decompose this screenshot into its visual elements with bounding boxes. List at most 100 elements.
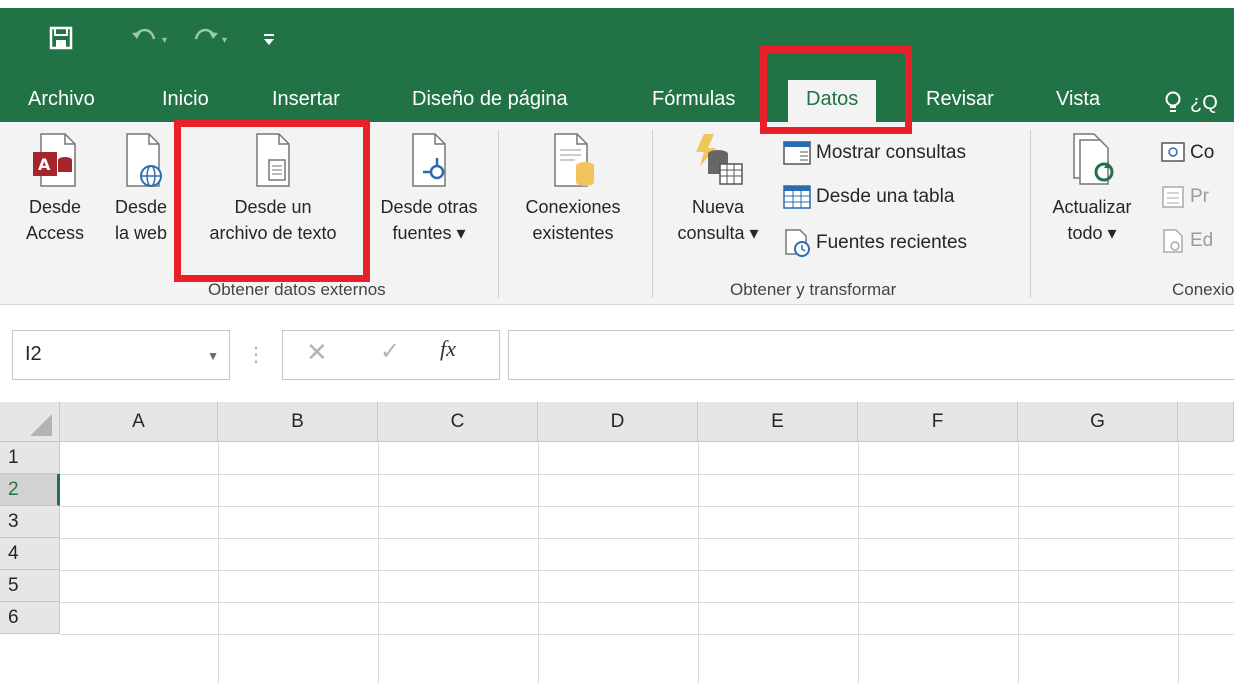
formula-input[interactable] [508,330,1234,380]
connections-label: Co [1190,142,1215,163]
gridline [60,506,1234,507]
from-web-line2: la web [114,223,168,243]
column-header-f[interactable]: F [858,402,1018,442]
lightbulb-icon [1165,91,1181,112]
column-header-g[interactable]: G [1018,402,1178,442]
highlight-from-text-button [174,120,370,282]
row-header-1[interactable]: 1 [0,442,60,474]
connections-button[interactable]: Co [1160,140,1214,166]
column-header-d[interactable]: D [538,402,698,442]
redo-icon[interactable]: ▾ [190,22,234,54]
highlight-datos-tab [760,46,912,134]
svg-text:▾: ▾ [222,35,227,46]
properties-button[interactable]: Pr [1160,184,1209,210]
show-queries-button[interactable]: Mostrar consultas [782,140,966,166]
tab-inicio[interactable]: Inicio [162,85,209,121]
properties-icon [1162,186,1184,208]
gridline [698,442,699,684]
web-globe-icon [126,133,162,187]
group-label-get-external: Obtener datos externos [208,280,386,299]
gridline [1178,442,1179,684]
other-sources-icon [412,133,446,187]
refresh-all-line2: todo ▾ [1067,223,1117,243]
refresh-all-icon [1073,133,1114,185]
gridline [378,442,379,684]
title-bar [0,0,1234,80]
gridline [60,570,1234,571]
tell-me-box[interactable]: ¿Q [1164,85,1218,121]
tab-archivo[interactable]: Archivo [28,85,95,121]
insert-function-icon[interactable]: fx [440,336,456,362]
select-all-corner[interactable] [0,402,60,442]
show-queries-icon [783,141,811,165]
from-table-icon [783,185,811,209]
tab-insertar[interactable]: Insertar [272,85,340,121]
row-header-2[interactable]: 2 [0,474,60,506]
svg-text:A: A [38,155,51,174]
tab-formulas[interactable]: Fórmulas [652,85,735,121]
column-header-partial[interactable] [1178,402,1234,442]
cancel-icon[interactable]: ✕ [306,337,328,368]
column-header-a[interactable]: A [60,402,218,442]
window-top-edge [0,0,1234,8]
recent-sources-icon [785,229,810,257]
new-query-icon [696,134,743,185]
gridline [60,474,1234,475]
gridline [538,442,539,684]
new-query-line2: consulta ▾ [677,223,759,243]
from-other-line2: fuentes ▾ [392,223,466,243]
from-table-button[interactable]: Desde una tabla [782,184,954,210]
show-queries-label: Mostrar consultas [816,142,966,163]
group-label-connections: Conexio [1172,280,1234,299]
group-separator [1030,130,1031,298]
gridline [60,538,1234,539]
connections-icon [1161,142,1185,162]
from-access-line2: Access [25,223,85,243]
recent-sources-button[interactable]: Fuentes recientes [782,228,967,258]
edit-links-button[interactable]: Ed [1160,228,1213,254]
tab-vista[interactable]: Vista [1056,85,1100,121]
from-web-button[interactable]: Desde la web [108,132,174,248]
tab-revisar[interactable]: Revisar [926,85,994,121]
gridline [1018,442,1019,684]
recent-sources-label: Fuentes recientes [816,232,968,253]
group-label-get-transform: Obtener y transformar [730,280,897,299]
from-table-label: Desde una tabla [816,186,955,207]
edit-links-label: Ed [1190,230,1214,251]
gridline [60,602,1234,603]
formula-bar-grip-icon[interactable]: ⋮ [246,342,266,367]
existing-connections-button[interactable]: Conexiones existentes [510,132,636,248]
from-access-button[interactable]: A Desde Access [20,132,90,248]
group-separator [652,130,653,298]
edit-links-icon [1163,229,1183,253]
gridline [60,634,1234,635]
gridline [218,442,219,684]
new-query-button[interactable]: Nueva consulta ▾ [664,132,772,248]
tell-me-text: ¿Q [1190,92,1218,114]
name-box-value: I2 [25,343,42,365]
customize-qat-icon[interactable] [260,22,280,54]
row-header-6[interactable]: 6 [0,602,60,634]
gridline [858,442,859,684]
existing-conn-line2: existentes [532,223,614,243]
row-header-5[interactable]: 5 [0,570,60,602]
name-box[interactable]: I2 ▼ [12,330,230,380]
column-header-e[interactable]: E [698,402,858,442]
row-header-3[interactable]: 3 [0,506,60,538]
svg-text:▾: ▾ [162,35,167,46]
chevron-down-icon[interactable]: ▼ [207,349,219,363]
worksheet-grid[interactable] [0,400,1234,684]
group-separator [498,130,499,298]
from-other-sources-button[interactable]: Desde otras fuentes ▾ [368,132,490,248]
access-icon: A [33,133,76,187]
refresh-all-button[interactable]: Actualizar todo ▾ [1038,132,1146,248]
existing-connections-icon [554,133,594,187]
row-header-4[interactable]: 4 [0,538,60,570]
column-header-c[interactable]: C [378,402,538,442]
column-header-b[interactable]: B [218,402,378,442]
tab-diseno-pagina[interactable]: Diseño de página [412,85,568,121]
properties-label: Pr [1190,186,1209,207]
undo-icon[interactable]: ▾ [130,22,174,54]
enter-check-icon[interactable]: ✓ [380,337,400,366]
save-icon[interactable] [48,22,78,54]
